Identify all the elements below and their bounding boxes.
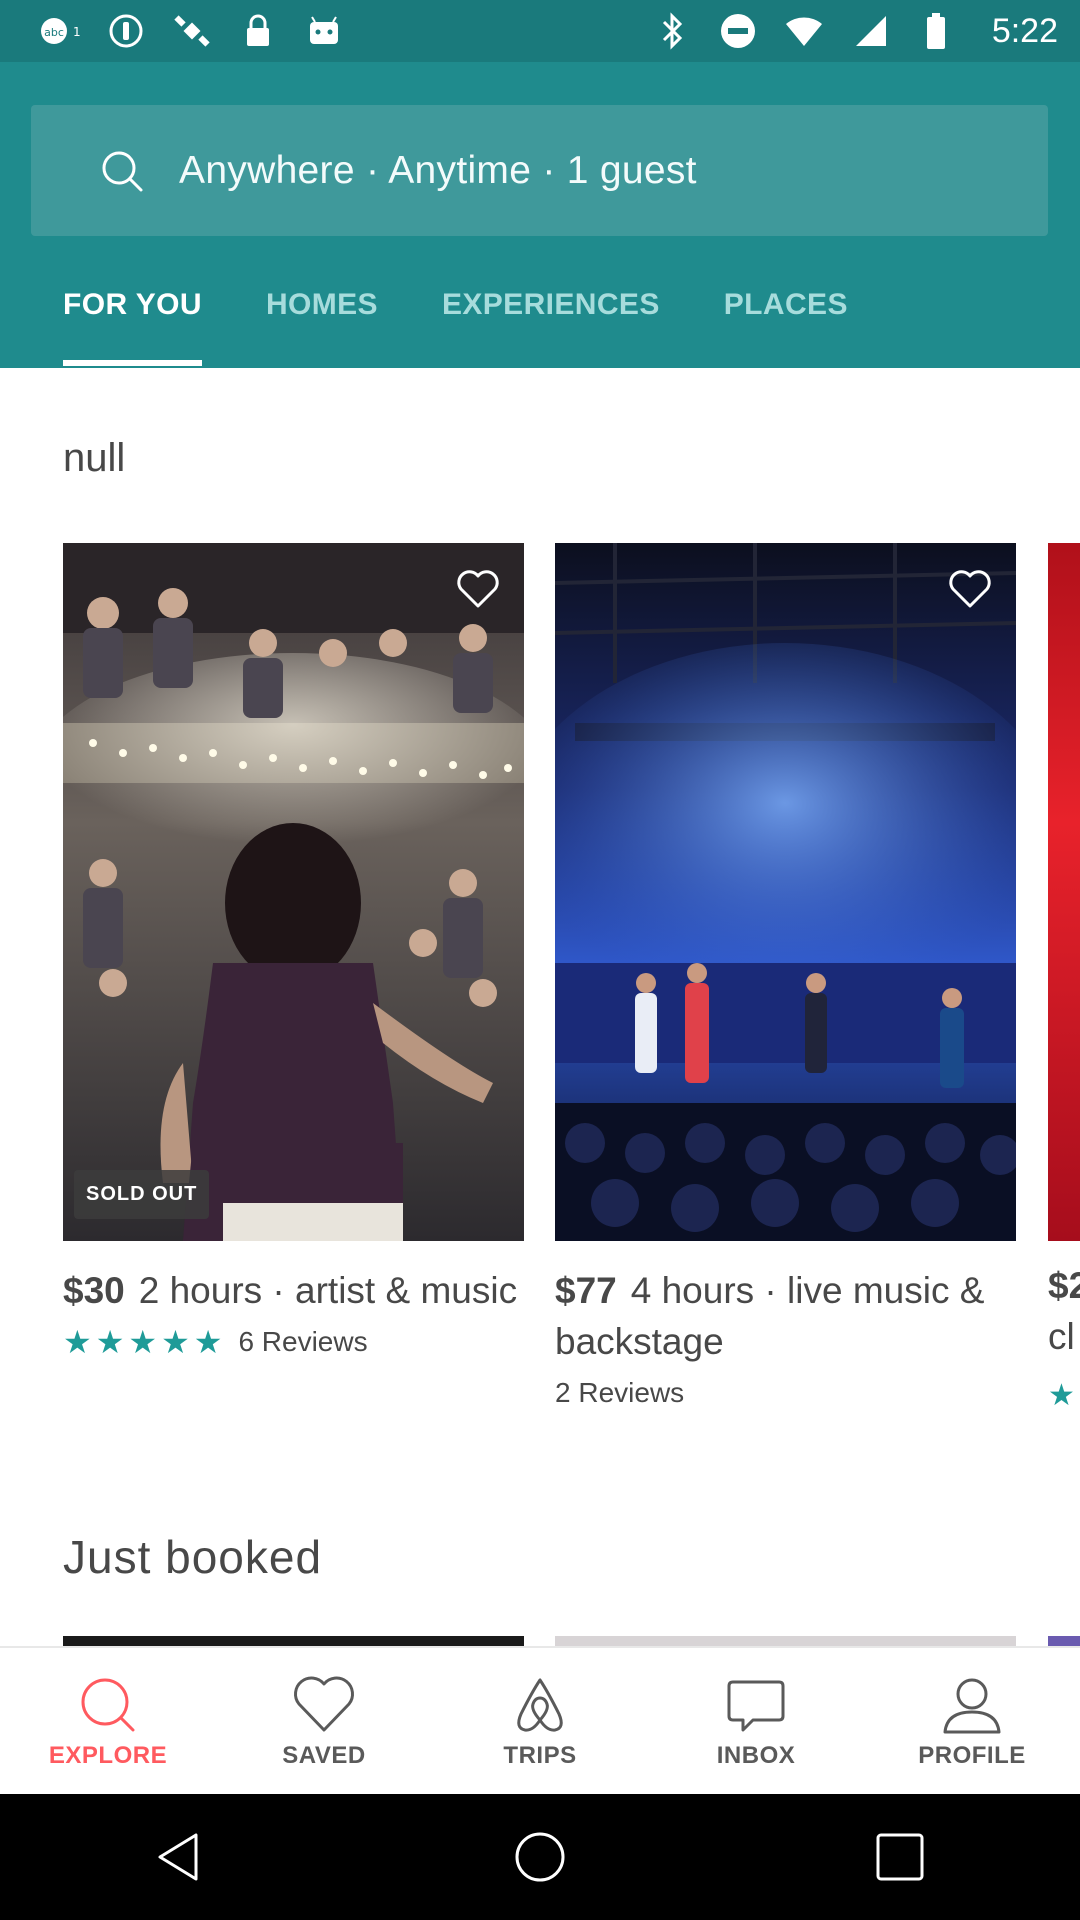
- star-icon: ★: [193, 1324, 223, 1360]
- experience-card[interactable]: SOLD OUT $30 2 hours · artist & music ★ ★…: [63, 543, 524, 1358]
- just-booked-cards-peek: [0, 1636, 1080, 1646]
- nav-trips[interactable]: TRIPS: [440, 1672, 640, 1770]
- bluetooth-icon: [652, 11, 692, 51]
- lock-icon: [238, 11, 278, 51]
- experience-photo[interactable]: SOLD OUT: [63, 543, 524, 1241]
- card-rating: 2 Reviews: [555, 1377, 1016, 1409]
- tab-experiences[interactable]: EXPERIENCES: [442, 282, 660, 368]
- nav-profile[interactable]: PROFILE: [872, 1672, 1072, 1770]
- status-bar: abc 13 5:22: [0, 0, 1080, 62]
- nav-inbox[interactable]: INBOX: [656, 1672, 856, 1770]
- search-summary-text: Anywhere · Anytime · 1 guest: [179, 148, 697, 192]
- airbnb-logo-icon: [517, 1678, 563, 1732]
- card-price: $77: [555, 1270, 617, 1311]
- nav-label: EXPLORE: [48, 1742, 168, 1769]
- satellite-icon: [172, 11, 212, 51]
- status-time: 5:22: [991, 11, 1058, 50]
- tab-places[interactable]: PLACES: [724, 282, 848, 368]
- tab-homes[interactable]: HOMES: [266, 282, 378, 368]
- card-details: 4 hours · live music & backstage: [555, 1270, 985, 1362]
- system-navigation-bar: [0, 1794, 1080, 1920]
- experience-card-partial[interactable]: [1048, 543, 1080, 1241]
- android-icon: [304, 11, 344, 51]
- card-description: $77 4 hours · live music & backstage: [555, 1265, 1016, 1367]
- star-icon: ★: [128, 1324, 158, 1360]
- list-item[interactable]: [555, 1636, 1016, 1646]
- review-count: 6 Reviews: [238, 1326, 368, 1357]
- info-icon: [106, 11, 146, 51]
- concert-photo: [555, 543, 1016, 1241]
- signal-icon: [850, 11, 890, 51]
- svg-text:13: 13: [73, 25, 80, 39]
- rating-stars: ★ ★ ★ ★ ★: [63, 1326, 222, 1358]
- category-tabs: FOR YOU HOMES EXPERIENCES PLACES: [63, 282, 848, 368]
- list-item[interactable]: [63, 1636, 524, 1646]
- star-icon: ★: [1048, 1379, 1075, 1412]
- heart-icon: [294, 1676, 354, 1732]
- star-icon: ★: [63, 1324, 92, 1360]
- svg-text:abc: abc: [44, 26, 64, 39]
- save-heart-icon[interactable]: [456, 569, 500, 609]
- experience-photo[interactable]: [555, 543, 1016, 1241]
- person-icon: [943, 1678, 1001, 1734]
- battery-icon: [916, 11, 956, 51]
- star-icon: ★: [95, 1324, 125, 1360]
- nav-label: INBOX: [716, 1742, 796, 1769]
- star-icon: ★: [161, 1324, 190, 1360]
- do-not-disturb-icon: [718, 11, 758, 51]
- card-description: $30 2 hours · artist & music: [63, 1265, 524, 1316]
- search-icon: [81, 1678, 135, 1732]
- sold-out-badge: SOLD OUT: [74, 1170, 210, 1219]
- chat-bubble-icon: [727, 1680, 785, 1732]
- tab-for-you[interactable]: FOR YOU: [63, 282, 202, 368]
- header: Anywhere · Anytime · 1 guest FOR YOU HOM…: [0, 62, 1080, 368]
- save-heart-icon[interactable]: [948, 569, 992, 609]
- section-title: null: [63, 436, 126, 480]
- nav-explore[interactable]: EXPLORE: [8, 1672, 208, 1770]
- wifi-icon: [784, 11, 824, 51]
- card-details: cl: [1048, 1316, 1075, 1357]
- recents-icon[interactable]: [872, 1829, 928, 1885]
- nav-saved[interactable]: SAVED: [224, 1672, 424, 1770]
- home-icon[interactable]: [512, 1829, 568, 1885]
- nav-label: PROFILE: [918, 1742, 1026, 1769]
- abc13-icon: abc 13: [40, 11, 80, 51]
- list-item[interactable]: [1048, 1636, 1080, 1646]
- experience-card[interactable]: $77 4 hours · live music & backstage 2 Re…: [555, 543, 1016, 1409]
- nav-label: TRIPS: [503, 1742, 577, 1769]
- card-price: $30: [63, 1270, 125, 1311]
- card-price: $2: [1048, 1265, 1080, 1306]
- nav-label: SAVED: [282, 1742, 366, 1769]
- card-rating: ★ ★ ★ ★ ★ 6 Reviews: [63, 1326, 524, 1358]
- search-icon: [102, 151, 143, 191]
- card-details: 2 hours · artist & music: [138, 1270, 518, 1311]
- search-bar[interactable]: Anywhere · Anytime · 1 guest: [31, 105, 1048, 236]
- back-icon[interactable]: [152, 1829, 208, 1885]
- bottom-navigation: EXPLORE SAVED TRIPS INBOX PROFILE: [0, 1646, 1080, 1794]
- review-count: 2 Reviews: [555, 1377, 685, 1408]
- storyteller-photo: [63, 543, 524, 1241]
- section-title: Just booked: [63, 1531, 323, 1583]
